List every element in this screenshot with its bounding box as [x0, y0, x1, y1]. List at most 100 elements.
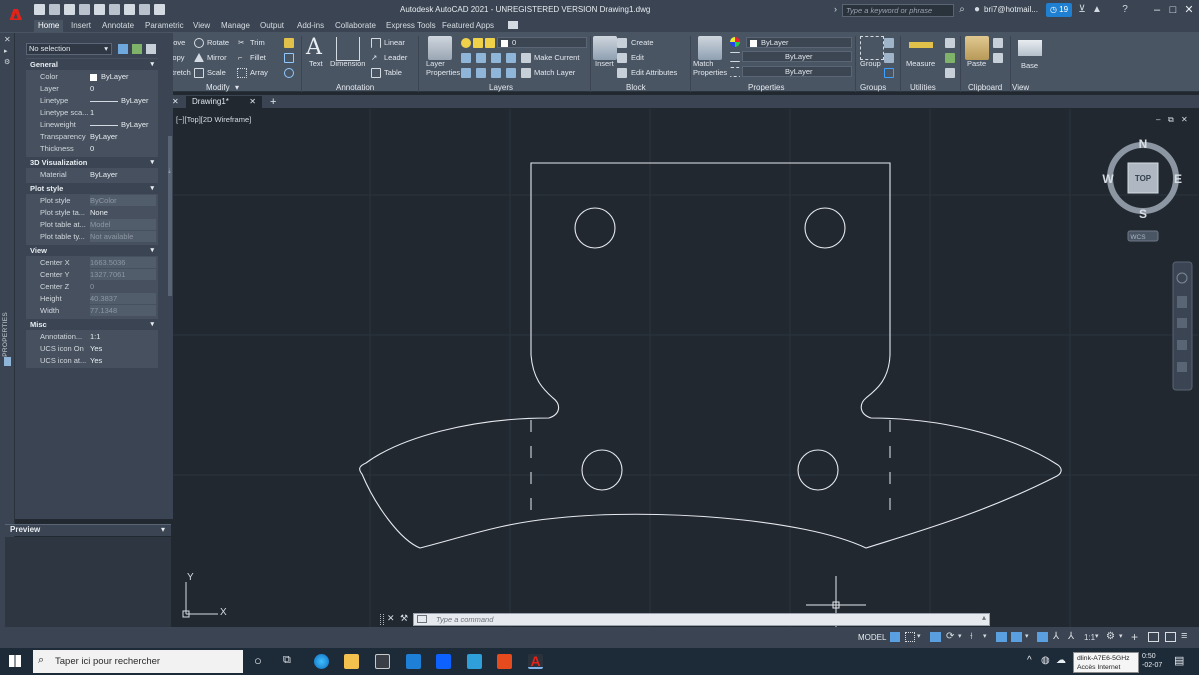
panel-title-groups[interactable]: Groups [860, 83, 886, 92]
text-button[interactable]: Text [309, 59, 323, 68]
onedrive-icon[interactable]: ☁ [1056, 655, 1066, 666]
layer-thaw-icon[interactable] [473, 38, 483, 48]
section-misc[interactable]: Misc ▾ [26, 319, 158, 330]
explode-icon[interactable] [284, 53, 294, 63]
layer-on-icon[interactable] [461, 38, 471, 48]
collapse-arrow-icon[interactable]: ⇣ [167, 168, 172, 175]
base-button[interactable]: Base [1021, 61, 1038, 70]
cortana-icon[interactable]: ○ [254, 653, 262, 668]
panel-title-annotation[interactable]: Annotation [336, 83, 374, 92]
mail-icon[interactable] [406, 654, 421, 669]
select-all-icon[interactable] [945, 53, 955, 63]
network-icon[interactable]: ◍ [1041, 655, 1050, 666]
chevron-down-icon[interactable]: ▾ [958, 632, 962, 640]
section-view[interactable]: View ▾ [26, 245, 158, 256]
help-icon[interactable]: ? [1119, 4, 1131, 16]
cart-icon[interactable]: ⊻ [1076, 4, 1088, 16]
group-edit-icon[interactable] [884, 53, 894, 63]
undo-icon[interactable] [139, 4, 150, 15]
save-web-icon[interactable] [109, 4, 120, 15]
chevron-down-icon[interactable]: ▾ [161, 525, 165, 534]
plot-icon[interactable] [124, 4, 135, 15]
erase-icon[interactable] [284, 38, 294, 48]
scrollbar[interactable] [168, 136, 172, 296]
tab-annotate[interactable]: Annotate [98, 20, 138, 32]
gear-icon[interactable]: ⚙ [4, 58, 10, 66]
prop-row[interactable]: Center Y 1327.7061 [26, 269, 158, 280]
fillet-button[interactable]: Fillet [250, 53, 266, 62]
edit-attributes-button[interactable]: Edit Attributes [631, 68, 677, 77]
snap-toggle-icon[interactable] [905, 632, 915, 642]
layer-tool-icon[interactable] [506, 53, 516, 63]
prop-row[interactable]: Height 40.3837 [26, 293, 158, 304]
color-dropdown[interactable]: ByLayer [746, 37, 852, 48]
viewcube[interactable] [1107, 142, 1179, 242]
prop-row[interactable]: Plot table ty... Not available [26, 231, 158, 242]
trim-button[interactable]: Trim [250, 38, 265, 47]
match-properties-button[interactable]: Match Properties [693, 59, 727, 77]
array-button[interactable]: Array [250, 68, 268, 77]
chevron-down-icon[interactable]: ▾ [917, 632, 921, 640]
prop-row[interactable]: Linetype sca... 1 [26, 107, 158, 118]
prop-row[interactable]: Color ByLayer [26, 71, 158, 82]
user-icon[interactable]: ● [971, 4, 983, 16]
group-select-icon[interactable] [884, 68, 894, 78]
notification-badge[interactable]: ◷ 19 [1046, 3, 1072, 17]
close-icon[interactable]: ✕ [4, 35, 11, 44]
panel-title-modify[interactable]: Modify [206, 83, 230, 92]
tab-parametric[interactable]: Parametric [141, 20, 188, 32]
select-objects-icon[interactable] [132, 44, 142, 54]
customize-icon[interactable]: ⚒ [400, 613, 408, 624]
chevron-down-icon[interactable]: ▾ [1119, 632, 1123, 640]
notifications-icon[interactable]: ▤ [1174, 654, 1184, 667]
tab-output[interactable]: Output [256, 20, 288, 32]
layer-tool-icon[interactable] [461, 53, 471, 63]
task-view-icon[interactable]: ⧉ [283, 654, 291, 667]
prop-row[interactable]: Plot style ByColor [26, 195, 158, 206]
quick-select-icon[interactable] [945, 38, 955, 48]
selection-dropdown[interactable]: No selection ▾ [26, 43, 112, 55]
layer-properties-button[interactable]: Layer Properties [426, 59, 460, 77]
layer-tool-icon[interactable] [491, 53, 501, 63]
group-button[interactable]: Group [860, 59, 881, 68]
calculator-icon[interactable] [945, 68, 955, 78]
ribbon-toggle-icon[interactable] [508, 21, 518, 29]
section-plot-style[interactable]: Plot style ▾ [26, 183, 158, 194]
ortho-toggle-icon[interactable] [930, 632, 941, 642]
create-block-button[interactable]: Create [631, 38, 654, 47]
prop-row[interactable]: Layer 0 [26, 83, 158, 94]
command-history-icon[interactable] [417, 615, 427, 623]
offset-icon[interactable] [284, 68, 294, 78]
close-icon[interactable]: ✕ [1182, 3, 1196, 17]
maximize-icon[interactable]: □ [1166, 3, 1180, 17]
help-search-input[interactable]: Type a keyword or phrase [842, 4, 954, 17]
make-current-button[interactable]: Make Current [534, 53, 579, 62]
model-space-toggle[interactable]: MODEL [858, 633, 886, 642]
prop-row[interactable]: Annotation... 1:1 [26, 331, 158, 342]
panel-title-properties[interactable]: Properties [748, 83, 784, 92]
panel-title-clipboard[interactable]: Clipboard [968, 83, 1002, 92]
layer-tool-icon[interactable] [491, 68, 501, 78]
chevron-down-icon[interactable]: ▾ [1025, 632, 1029, 640]
prop-row[interactable]: Width 77.1348 [26, 305, 158, 316]
layer-tool-icon[interactable] [461, 68, 471, 78]
panel-title-view[interactable]: View [1012, 83, 1029, 92]
prop-row[interactable]: Center X 1663.5036 [26, 257, 158, 268]
chevron-down-icon[interactable]: ▾ [235, 83, 239, 92]
tab-featured-apps[interactable]: Featured Apps [438, 20, 498, 32]
chevron-down-icon[interactable]: ▾ [983, 632, 987, 640]
prop-row[interactable]: UCS icon On Yes [26, 343, 158, 354]
close-icon[interactable]: ✕ [387, 613, 395, 624]
prop-row[interactable]: Transparency ByLayer [26, 131, 158, 142]
polar-tracking-icon[interactable]: ⟳ [946, 631, 954, 642]
scale-value[interactable]: 1:1 [1084, 633, 1095, 642]
prop-row[interactable]: Material ByLayer [26, 169, 158, 180]
isodraft-icon[interactable]: ⟊ [970, 631, 973, 642]
autocad-taskbar-icon[interactable]: A [528, 654, 543, 669]
object-snap-tracking-icon[interactable] [996, 632, 1007, 642]
scale-button[interactable]: Scale [207, 68, 226, 77]
lineweight-dropdown[interactable]: ByLayer [742, 51, 852, 62]
annotation-visibility-icon[interactable] [1037, 632, 1048, 642]
object-snap-icon[interactable] [1011, 632, 1022, 642]
prop-row[interactable]: Center Z 0 [26, 281, 158, 292]
